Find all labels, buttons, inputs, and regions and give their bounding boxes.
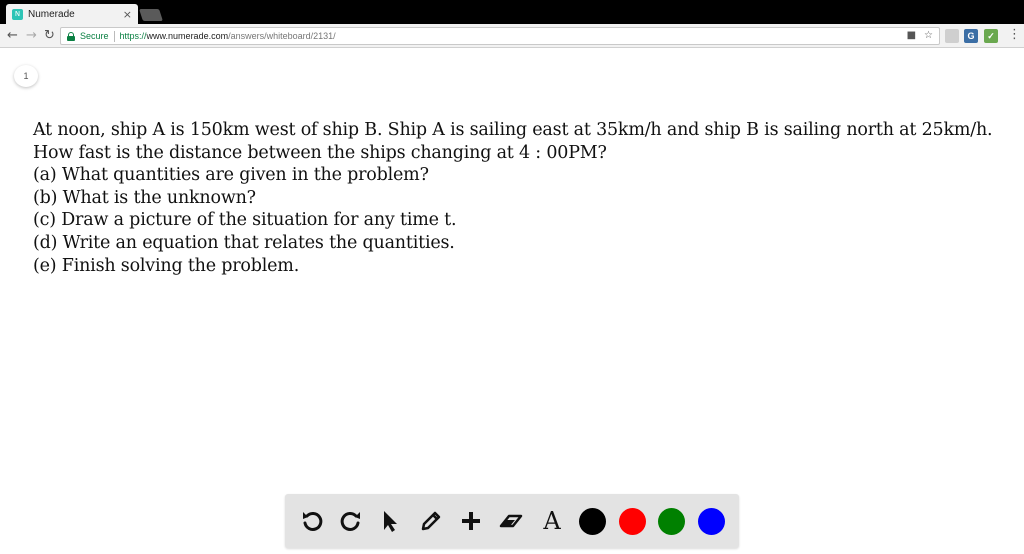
pointer-icon[interactable] xyxy=(375,506,405,536)
problem-line: At noon, ship A is 150km west of ship B.… xyxy=(33,120,993,140)
extension-green-icon[interactable]: ✓ xyxy=(984,29,998,43)
address-bar[interactable]: Secure https://www.numerade.com/answers/… xyxy=(60,27,940,45)
lock-icon xyxy=(67,31,75,41)
url-scheme: https:// xyxy=(119,31,147,41)
video-icon[interactable]: ■ xyxy=(907,30,916,41)
problem-line: How fast is the distance between the shi… xyxy=(33,142,607,163)
undo-icon[interactable] xyxy=(297,506,327,536)
menu-dots-icon[interactable]: ⋮ xyxy=(1008,27,1021,43)
eraser-icon[interactable] xyxy=(496,506,526,536)
address-separator xyxy=(113,30,115,42)
problem-line: (c) Draw a picture of the situation for … xyxy=(33,210,457,231)
color-green-swatch[interactable] xyxy=(658,508,685,535)
text-tool-icon[interactable]: A xyxy=(537,506,567,536)
reload-icon[interactable]: ↻ xyxy=(44,28,55,44)
url-path: /answers/whiteboard/2131/ xyxy=(228,31,336,41)
url-host: www.numerade.com xyxy=(146,31,229,41)
redo-icon[interactable] xyxy=(336,506,366,536)
omnibox-actions: ■ ☆ xyxy=(907,30,933,41)
bookmark-star-icon[interactable]: ☆ xyxy=(924,30,933,41)
color-blue-swatch[interactable] xyxy=(698,508,725,535)
problem-line: (b) What is the unknown? xyxy=(33,187,256,208)
color-red-swatch[interactable] xyxy=(619,508,646,535)
tab-close-icon[interactable]: × xyxy=(123,8,132,21)
problem-line: (a) What quantities are given in the pro… xyxy=(33,165,429,186)
numerade-favicon-icon: N xyxy=(12,8,23,20)
new-tab-button[interactable] xyxy=(139,9,163,21)
back-icon[interactable]: ← xyxy=(7,28,18,44)
browser-tab[interactable]: N Numerade × xyxy=(6,4,138,24)
browser-titlebar: N Numerade × xyxy=(0,0,1024,24)
browser-toolbar: ← → ↻ Secure https://www.numerade.com/an… xyxy=(0,24,1024,48)
problem-line: (d) Write an equation that relates the q… xyxy=(33,232,455,253)
page-number-badge[interactable]: 1 xyxy=(14,65,38,87)
extension-g-icon[interactable]: G xyxy=(964,29,978,43)
whiteboard-toolbar: A xyxy=(285,494,739,548)
problem-line: (e) Finish solving the problem. xyxy=(33,255,300,276)
color-black-swatch[interactable] xyxy=(579,508,606,535)
problem-text: At noon, ship A is 150km west of ship B.… xyxy=(33,119,1023,277)
plus-icon[interactable] xyxy=(456,506,486,536)
secure-label: Secure xyxy=(80,31,109,41)
pen-icon[interactable] xyxy=(416,506,446,536)
forward-icon[interactable]: → xyxy=(26,28,37,44)
tab-title: Numerade xyxy=(28,8,75,20)
extension-gray-icon[interactable] xyxy=(945,29,959,43)
